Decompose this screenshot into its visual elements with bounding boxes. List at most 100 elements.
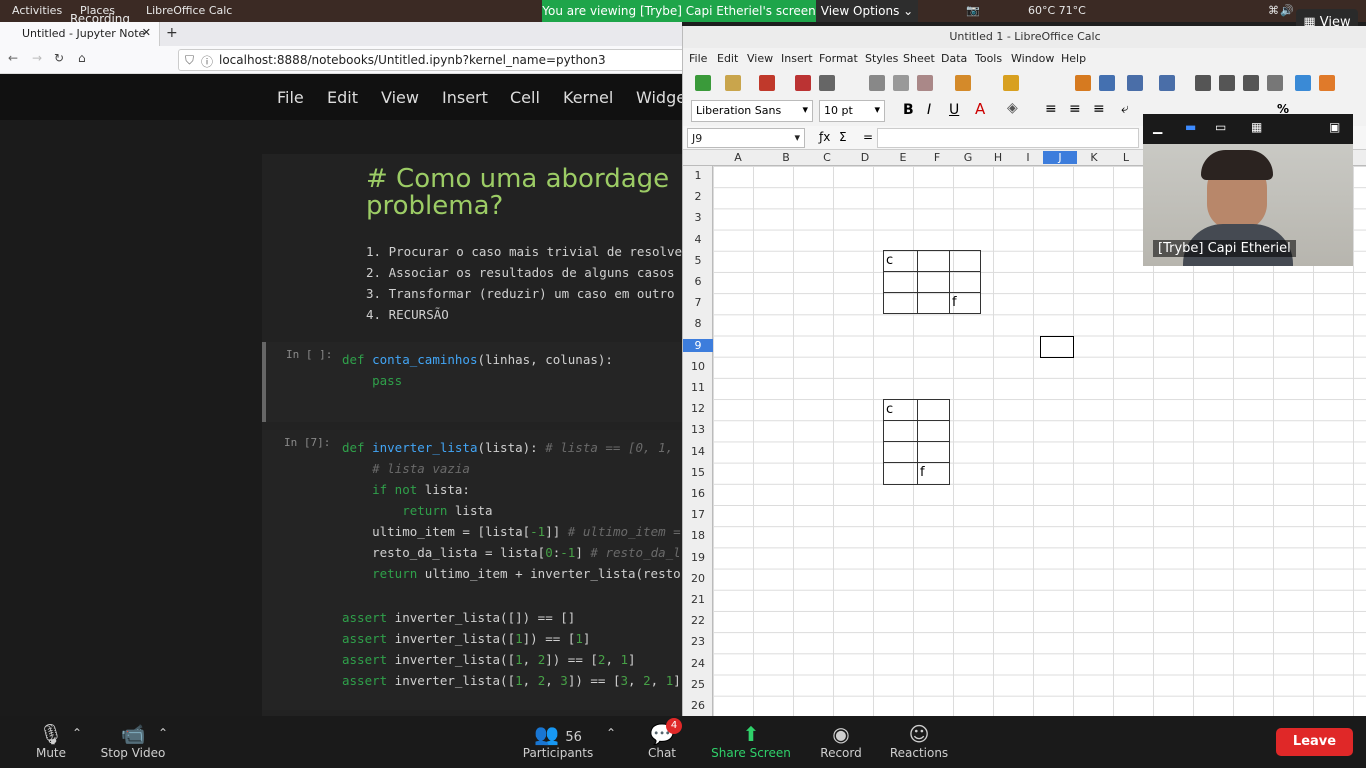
back-icon[interactable]: ← [8,51,18,65]
app-menu[interactable]: LibreOffice Calc [146,4,232,17]
menu-view[interactable]: View [381,88,419,107]
chevron-up-icon[interactable]: ⌃ [606,726,616,740]
row-header[interactable]: 19 [683,551,713,564]
calc-menu-format[interactable]: Format [819,52,858,65]
menu-cell[interactable]: Cell [510,88,540,107]
row-header[interactable]: 5 [683,254,713,267]
row-header[interactable]: 3 [683,211,713,224]
close-icon[interactable]: ✕ [142,26,151,39]
row-header[interactable]: 25 [683,678,713,691]
activities-button[interactable]: Activities [12,4,62,17]
align-center-icon[interactable]: ≡ [1069,101,1081,117]
autofilter-icon[interactable] [1267,75,1283,91]
sort-descending-icon[interactable] [1243,75,1259,91]
column-icon[interactable] [1159,75,1175,91]
row-header[interactable]: 9 [683,338,713,352]
speaker-view-icon[interactable]: ▬ [1185,120,1196,134]
column-header[interactable]: J [1043,151,1077,164]
row-icon[interactable] [1127,75,1143,91]
row-header[interactable]: 26 [683,699,713,712]
row-header[interactable]: 7 [683,296,713,309]
forward-icon[interactable]: → [32,51,42,65]
code-cell-1[interactable]: In [ ]: def conta_caminhos(linhas, colun… [262,342,682,422]
minimize-icon[interactable]: ▁ [1153,120,1162,134]
url-input[interactable]: ⛉ ⓘ localhost:8888/notebooks/Untitled.ip… [178,49,688,71]
find-icon[interactable] [1075,75,1091,91]
single-view-icon[interactable]: ▭ [1215,120,1226,134]
insert-image-icon[interactable] [1295,75,1311,91]
column-header[interactable]: B [763,151,809,164]
column-header[interactable]: F [921,151,953,164]
calc-menu-sheet[interactable]: Sheet [903,52,935,65]
row-header[interactable]: 22 [683,614,713,627]
calc-menu-file[interactable]: File [689,52,707,65]
insert-chart-icon[interactable] [1319,75,1335,91]
underline-icon[interactable]: U [949,102,959,118]
home-icon[interactable]: ⌂ [78,51,86,65]
exit-minimize-icon[interactable]: ▣ [1329,120,1340,134]
new-icon[interactable] [695,75,711,91]
row-header[interactable]: 15 [683,466,713,479]
calc-menu-data[interactable]: Data [941,52,967,65]
sort-icon[interactable] [1195,75,1211,91]
align-left-icon[interactable]: ≡ [1045,101,1057,117]
column-header[interactable]: E [885,151,921,164]
wrap-text-icon[interactable]: ⤶ [1121,101,1129,117]
column-header[interactable]: A [713,151,763,164]
calc-menu-window[interactable]: Window [1011,52,1054,65]
copy-icon[interactable] [893,75,909,91]
mute-button[interactable]: 🎙 Mute [30,722,72,760]
calc-menu-insert[interactable]: Insert [781,52,813,65]
tab-jupyter[interactable]: Untitled - Jupyter Note ✕ [0,22,160,46]
font-name-select[interactable]: Liberation Sans ▾ [691,100,813,122]
cut-icon[interactable] [869,75,885,91]
calc-menu-styles[interactable]: Styles [865,52,898,65]
open-icon[interactable] [725,75,741,91]
selected-cell[interactable] [1040,336,1074,358]
column-header[interactable]: G [953,151,983,164]
chevron-up-icon[interactable]: ⌃ [72,726,82,740]
calc-menu-edit[interactable]: Edit [717,52,738,65]
calc-menu-view[interactable]: View [747,52,773,65]
font-color-icon[interactable]: A [975,100,985,118]
column-header[interactable]: K [1077,151,1111,164]
name-box[interactable]: J9 ▾ [687,128,805,148]
column-header[interactable]: H [983,151,1013,164]
share-screen-button[interactable]: ⬆ Share Screen [706,722,796,760]
volume-icon[interactable]: 🔊 [1280,4,1294,17]
align-right-icon[interactable]: ≡ [1093,101,1105,117]
row-header[interactable]: 13 [683,423,713,436]
row-header[interactable]: 16 [683,487,713,500]
row-header[interactable]: 23 [683,635,713,648]
clone-icon[interactable] [955,75,971,91]
row-header[interactable]: 6 [683,275,713,288]
code-cell-2[interactable]: In [7]: def inverter_lista(lista): # lis… [262,430,682,710]
row-header[interactable]: 20 [683,572,713,585]
drawn-grid-1[interactable]: c f [883,250,981,314]
calc-menu-tools[interactable]: Tools [975,52,1002,65]
print-icon[interactable] [819,75,835,91]
column-header[interactable]: D [845,151,885,164]
leave-button[interactable]: Leave [1276,728,1353,756]
row-header[interactable]: 17 [683,508,713,521]
row-header[interactable]: 1 [683,169,713,182]
row-header[interactable]: 24 [683,657,713,670]
row-header[interactable]: 10 [683,360,713,373]
menu-kernel[interactable]: Kernel [563,88,613,107]
participant-video[interactable]: [Trybe] Capi Etheriel [1143,144,1353,266]
highlight-icon[interactable]: ◈ [1007,100,1018,116]
reactions-button[interactable]: ☺ Reactions [886,722,952,760]
network-icon[interactable]: ⌘ [1268,4,1279,17]
drawn-grid-2[interactable]: c f [883,399,950,485]
row-header[interactable]: 18 [683,529,713,542]
row-header[interactable]: 4 [683,233,713,246]
paste-icon[interactable] [917,75,933,91]
view-options-button[interactable]: View Options ⌄ [816,0,918,22]
spelling-icon[interactable] [1099,75,1115,91]
sum-icon[interactable]: Σ [839,130,847,144]
camera-icon[interactable]: 📷 [966,4,980,17]
column-header[interactable]: I [1013,151,1043,164]
row-header[interactable]: 2 [683,190,713,203]
formula-icon[interactable]: = [863,130,873,144]
row-header[interactable]: 12 [683,402,713,415]
